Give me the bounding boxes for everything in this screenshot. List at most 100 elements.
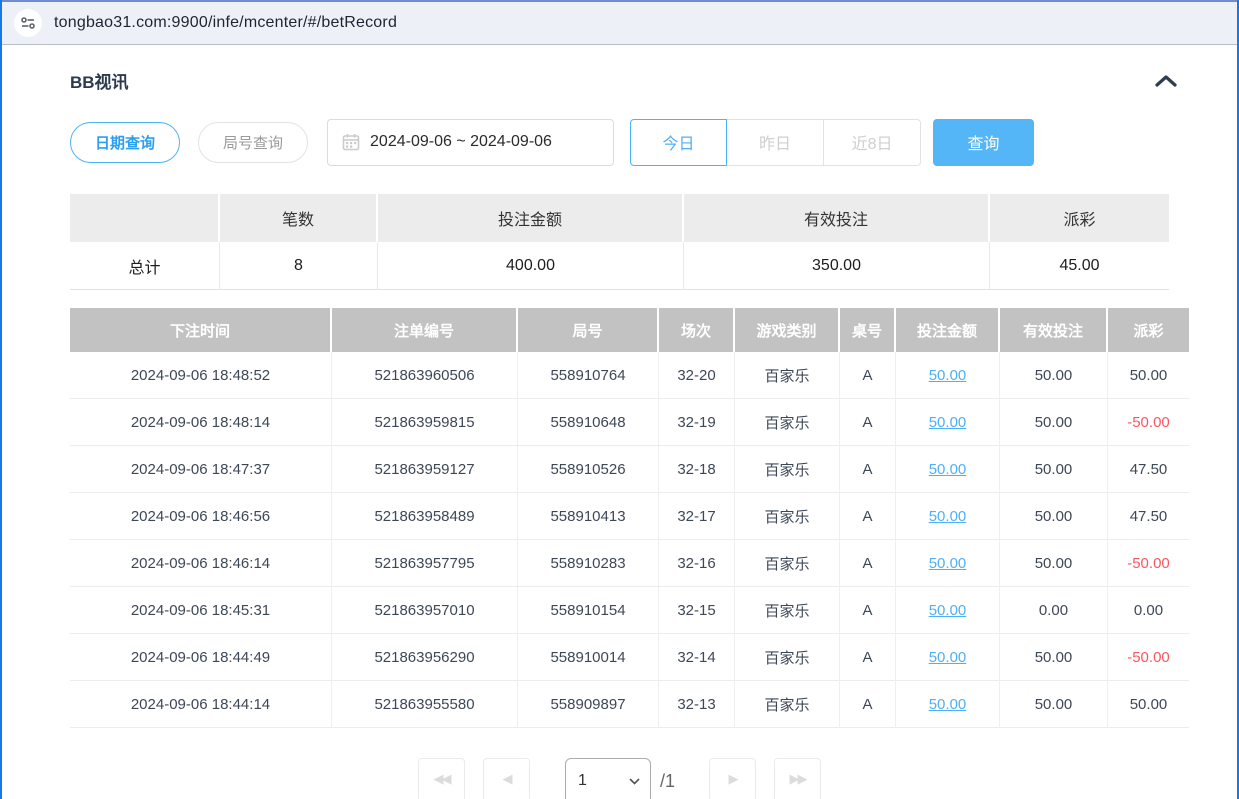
first-page-button[interactable]: ◀◀ [418,758,465,799]
panel-title-row: BB视讯 [70,68,1237,93]
session-cell: 32-17 [659,493,735,540]
table-row: 2024-09-06 18:46:56521863958489558910413… [70,493,1189,540]
summary-value: 400.00 [378,242,684,290]
order-cell: 521863957010 [332,587,518,634]
round-cell: 558910764 [518,352,659,399]
bet-table-header-cell: 场次 [659,308,735,352]
search-button[interactable]: 查询 [933,119,1034,166]
browser-url-bar[interactable]: tongbao31.com:9900/infe/mcenter/#/betRec… [2,0,1237,45]
game-cell: 百家乐 [735,681,840,728]
time-cell: 2024-09-06 18:48:14 [70,399,332,446]
table-cell: A [840,352,896,399]
session-cell: 32-18 [659,446,735,493]
first-page-icon: ◀◀ [433,771,449,786]
session-cell: 32-19 [659,399,735,446]
time-cell: 2024-09-06 18:48:52 [70,352,332,399]
bet-table-header-cell: 下注时间 [70,308,332,352]
round-cell: 558910014 [518,634,659,681]
round-cell: 558910154 [518,587,659,634]
quick-range-group: 今日 昨日 近8日 [630,119,921,166]
date-range-value: 2024-09-06 ~ 2024-09-06 [370,133,552,151]
bet-amount-cell: 50.00 [896,587,1000,634]
order-cell: 521863959815 [332,399,518,446]
bet-amount-link[interactable]: 50.00 [929,508,967,525]
table-cell: A [840,399,896,446]
table-row: 2024-09-06 18:46:14521863957795558910283… [70,540,1189,587]
payout-cell: 47.50 [1108,493,1189,540]
prev-page-icon: ◀ [502,771,510,786]
bet-table-header-cell: 派彩 [1108,308,1189,352]
time-cell: 2024-09-06 18:44:49 [70,634,332,681]
next-page-button[interactable]: ▶ [709,758,756,799]
summary-header-cell: 笔数 [220,194,378,242]
game-cell: 百家乐 [735,587,840,634]
valid-cell: 50.00 [1000,681,1108,728]
bet-table-body: 2024-09-06 18:48:52521863960506558910764… [70,352,1189,728]
last-page-button[interactable]: ▶▶ [774,758,821,799]
table-cell: A [840,587,896,634]
valid-cell: 50.00 [1000,399,1108,446]
payout-cell: -50.00 [1108,634,1189,681]
bet-amount-link[interactable]: 50.00 [929,555,967,572]
bet-amount-link[interactable]: 50.00 [929,461,967,478]
table-cell: A [840,493,896,540]
last-8-days-button[interactable]: 近8日 [824,119,921,166]
order-cell: 521863955580 [332,681,518,728]
bet-table-header-cell: 有效投注 [1000,308,1108,352]
valid-cell: 50.00 [1000,634,1108,681]
bet-amount-link[interactable]: 50.00 [929,696,967,713]
bet-table-header-cell: 注单编号 [332,308,518,352]
date-query-tab[interactable]: 日期查询 [70,122,180,163]
payout-cell: 50.00 [1108,681,1189,728]
browser-window: tongbao31.com:9900/infe/mcenter/#/betRec… [0,0,1239,799]
page-select[interactable]: 1 [565,758,651,799]
table-cell: A [840,540,896,587]
payout-cell: 0.00 [1108,587,1189,634]
page-select-value: 1 [578,772,587,790]
bet-amount-cell: 50.00 [896,634,1000,681]
bet-table-header-cell: 游戏类别 [735,308,840,352]
summary-table: 笔数投注金额有效投注派彩 总计8400.00350.0045.00 [70,194,1169,290]
time-cell: 2024-09-06 18:45:31 [70,587,332,634]
url-text[interactable]: tongbao31.com:9900/infe/mcenter/#/betRec… [54,14,397,32]
game-cell: 百家乐 [735,446,840,493]
bet-table-header-cell: 投注金额 [896,308,1000,352]
page-title: BB视讯 [70,68,129,93]
summary-body-row: 总计8400.00350.0045.00 [70,242,1169,290]
bet-amount-cell: 50.00 [896,446,1000,493]
game-cell: 百家乐 [735,540,840,587]
bet-table-head-row: 下注时间注单编号局号场次游戏类别桌号投注金额有效投注派彩 [70,308,1189,352]
time-cell: 2024-09-06 18:47:37 [70,446,332,493]
order-cell: 521863956290 [332,634,518,681]
bet-amount-link[interactable]: 50.00 [929,649,967,666]
round-cell: 558910526 [518,446,659,493]
bet-table-header-cell: 局号 [518,308,659,352]
prev-page-button[interactable]: ◀ [483,758,530,799]
valid-cell: 50.00 [1000,493,1108,540]
site-settings-icon[interactable] [14,9,42,37]
session-cell: 32-14 [659,634,735,681]
round-cell: 558910283 [518,540,659,587]
summary-value: 8 [220,242,378,290]
summary-value: 350.00 [684,242,990,290]
table-row: 2024-09-06 18:48:52521863960506558910764… [70,352,1189,399]
collapse-panel-button[interactable] [1153,73,1179,89]
bet-amount-link[interactable]: 50.00 [929,414,967,431]
table-cell: A [840,634,896,681]
today-button[interactable]: 今日 [630,119,727,166]
summary-header-cell: 派彩 [990,194,1169,242]
bet-amount-cell: 50.00 [896,681,1000,728]
bet-amount-link[interactable]: 50.00 [929,367,967,384]
date-range-input[interactable]: 2024-09-06 ~ 2024-09-06 [327,119,614,166]
bet-table-header-cell: 桌号 [840,308,896,352]
table-row: 2024-09-06 18:45:31521863957010558910154… [70,587,1189,634]
chevron-up-icon [1153,77,1179,92]
round-query-tab[interactable]: 局号查询 [198,122,308,163]
bet-amount-link[interactable]: 50.00 [929,602,967,619]
payout-cell: -50.00 [1108,540,1189,587]
table-row: 2024-09-06 18:44:49521863956290558910014… [70,634,1189,681]
session-cell: 32-20 [659,352,735,399]
payout-cell: 50.00 [1108,352,1189,399]
summary-value: 45.00 [990,242,1169,290]
yesterday-button[interactable]: 昨日 [727,119,824,166]
